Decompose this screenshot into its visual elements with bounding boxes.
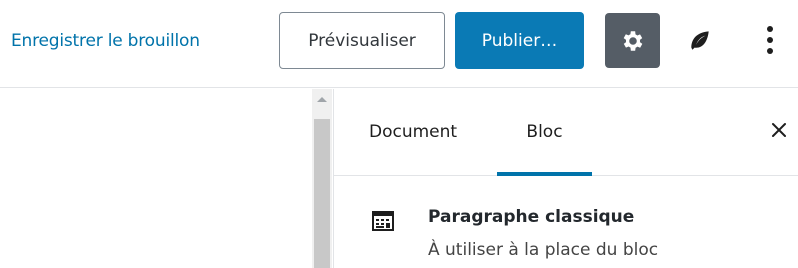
scroll-up-arrow-icon[interactable] (317, 97, 327, 102)
publish-button[interactable]: Publier… (455, 12, 584, 69)
tab-block[interactable]: Bloc (497, 89, 592, 176)
tab-block-label: Bloc (526, 121, 563, 142)
classic-editor-icon (372, 211, 394, 231)
sidebar-tabs: Document Bloc (334, 89, 798, 176)
block-description: À utiliser à la place du bloc (428, 240, 659, 260)
settings-sidebar: Document Bloc Paragraphe classique À uti… (333, 89, 798, 268)
editor-header: Enregistrer le brouillon Prévisualiser P… (0, 0, 798, 88)
tab-document[interactable]: Document (369, 122, 457, 142)
block-title: Paragraphe classique (428, 207, 635, 227)
preview-button-label: Prévisualiser (308, 30, 416, 51)
preview-button[interactable]: Prévisualiser (279, 12, 445, 69)
block-card: Paragraphe classique À utiliser à la pla… (334, 177, 798, 268)
leaf-icon (691, 31, 709, 50)
settings-button[interactable] (605, 13, 660, 68)
gear-icon (623, 30, 642, 51)
plugin-button[interactable] (682, 22, 718, 58)
editor-scrollbar[interactable] (312, 89, 332, 268)
vertical-ellipsis-icon (767, 26, 773, 32)
scrollbar-thumb[interactable] (314, 119, 330, 268)
publish-button-label: Publier… (481, 30, 558, 51)
close-icon (772, 123, 786, 137)
close-sidebar-button[interactable] (768, 119, 790, 141)
more-options-button[interactable] (752, 18, 788, 62)
editor-canvas[interactable] (0, 89, 312, 268)
save-draft-link[interactable]: Enregistrer le brouillon (11, 31, 200, 51)
